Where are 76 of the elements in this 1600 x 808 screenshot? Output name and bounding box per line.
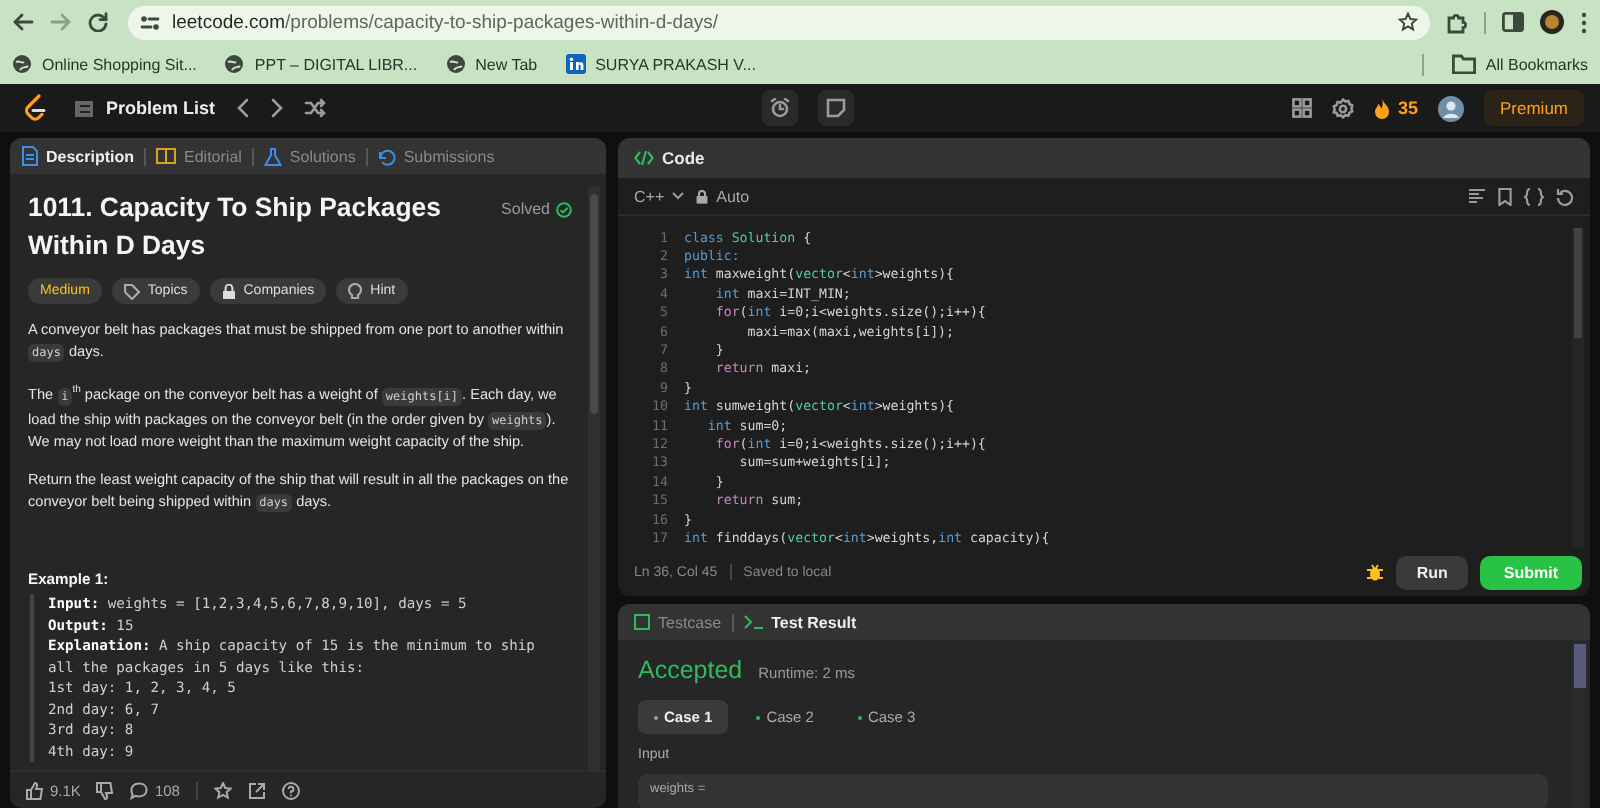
all-bookmarks-link[interactable]: All Bookmarks — [1451, 54, 1588, 74]
description-tab[interactable]: Solutions — [263, 147, 356, 165]
description-tab[interactable]: Editorial — [156, 147, 242, 165]
star-outline-icon[interactable] — [213, 781, 232, 799]
problem-list-link[interactable]: Problem List — [74, 98, 216, 118]
book-icon — [156, 148, 177, 164]
run-button[interactable]: Run — [1396, 555, 1468, 589]
dislike-button[interactable] — [96, 781, 115, 799]
folder-icon — [1451, 54, 1476, 74]
lightbulb-icon — [348, 282, 363, 300]
thumbs-up-icon — [26, 781, 44, 799]
description-tab[interactable]: Description — [22, 146, 135, 166]
problem-title: 1011. Capacity To Ship Packages Within D Days — [28, 190, 443, 264]
checkbox-square-icon — [634, 614, 650, 630]
settings-icon[interactable] — [1331, 97, 1354, 119]
star-icon[interactable] — [1398, 12, 1418, 32]
layout-grid-icon[interactable] — [1291, 98, 1312, 118]
format-lines-icon[interactable] — [1468, 188, 1486, 204]
lock-icon — [221, 283, 236, 299]
globe-icon — [224, 54, 245, 74]
list-icon — [74, 99, 94, 117]
history-icon — [377, 147, 396, 165]
streak-counter[interactable]: 35 — [1373, 97, 1418, 119]
help-icon[interactable] — [281, 781, 300, 799]
thumbs-down-icon — [96, 781, 115, 799]
reload-icon[interactable] — [88, 12, 108, 32]
tag-icon — [123, 283, 140, 299]
bookmark-link[interactable]: Online Shopping Sit... — [12, 54, 197, 74]
premium-button[interactable]: Premium — [1484, 90, 1585, 126]
lock-icon — [696, 189, 709, 203]
bookmark-link[interactable]: New Tab — [445, 54, 538, 74]
globe-icon — [12, 54, 32, 74]
next-chevron-icon[interactable] — [269, 98, 284, 118]
mode-toggle[interactable]: Auto — [696, 187, 750, 205]
puzzle-piece-icon[interactable] — [1446, 11, 1468, 33]
linkedin-icon — [565, 54, 586, 74]
shuffle-icon[interactable] — [303, 98, 326, 118]
result-tab[interactable]: Test Result — [743, 613, 857, 631]
address-bar[interactable]: leetcode.com/problems/capacity-to-ship-packages-within-d-days/ — [128, 5, 1430, 39]
back-arrow-icon[interactable] — [12, 12, 34, 32]
reset-icon[interactable] — [1556, 187, 1574, 205]
bookmark-link[interactable]: SURYA PRAKASH V... — [565, 54, 756, 74]
check-circle-icon — [556, 201, 572, 217]
globe-icon — [445, 54, 466, 74]
alarm-clock-icon — [770, 98, 791, 118]
site-info-icon[interactable] — [140, 13, 160, 31]
panel-title: Code — [662, 148, 705, 168]
share-icon[interactable] — [247, 781, 266, 799]
solved-status: Solved — [501, 200, 572, 218]
scrollbar[interactable] — [1572, 640, 1588, 808]
side-panel-icon[interactable] — [1502, 12, 1524, 32]
profile-avatar-icon[interactable] — [1540, 10, 1564, 34]
braces-icon[interactable] — [1524, 187, 1544, 205]
debug-button[interactable] — [762, 90, 799, 126]
scrollbar[interactable] — [1572, 228, 1584, 548]
scrollbar[interactable] — [588, 186, 600, 770]
caret-icon — [672, 192, 685, 200]
flame-icon — [1373, 97, 1390, 119]
verdict-text: Accepted — [638, 656, 743, 684]
terminal-prompt-icon — [743, 614, 764, 630]
note-icon — [826, 98, 847, 118]
previous-chevron-icon[interactable] — [235, 98, 250, 118]
debug-bug-icon[interactable] — [1366, 562, 1385, 582]
flask-icon — [263, 147, 282, 165]
bookmark-icon[interactable] — [1498, 187, 1512, 205]
more-menu-icon[interactable] — [1580, 11, 1588, 33]
document-icon — [22, 146, 38, 166]
language-dropdown[interactable]: C++ — [634, 187, 685, 205]
user-avatar-icon[interactable] — [1438, 95, 1464, 121]
notes-button[interactable] — [818, 90, 855, 126]
leetcode-logo-icon[interactable] — [24, 94, 46, 122]
description-tab[interactable]: Submissions — [377, 147, 495, 165]
result-tab[interactable]: Testcase — [634, 613, 722, 631]
comment-icon — [130, 781, 149, 799]
bookmark-link[interactable]: PPT – DIGITAL LIBR... — [224, 54, 418, 74]
code-brackets-icon — [634, 150, 654, 166]
